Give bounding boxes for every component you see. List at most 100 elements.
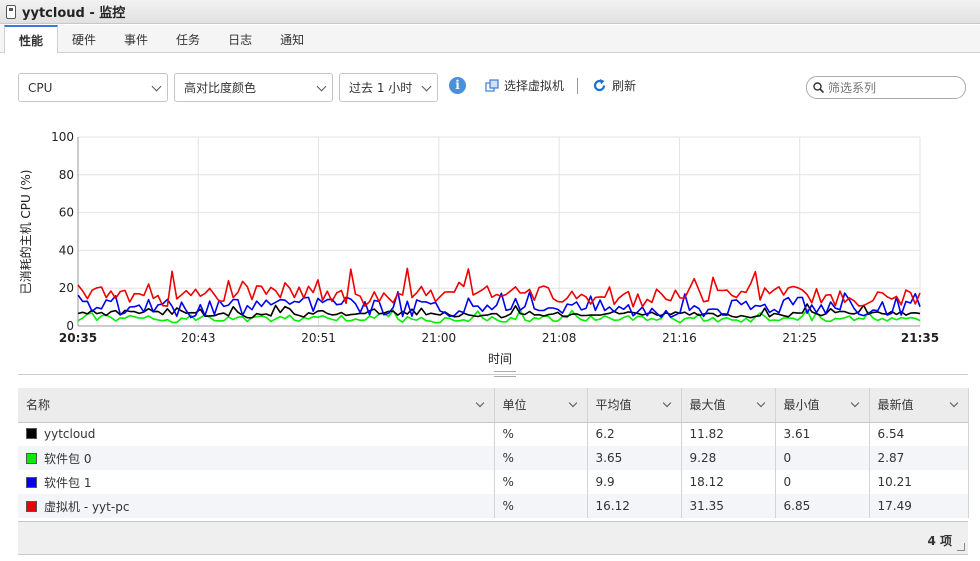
column-header-latest[interactable]: 最新值 xyxy=(869,388,969,423)
latest-cell: 2.87 xyxy=(869,446,969,470)
series-table: 名称 单位 平均值 最大值 最小值 最新值 yytcloud% 6.2 11.82 3… xyxy=(18,388,969,518)
unit-cell: % xyxy=(494,422,588,446)
refresh-label: 刷新 xyxy=(612,79,637,93)
column-header-avg[interactable]: 平均值 xyxy=(587,388,682,423)
window-titlebar: yytcloud - 监控 xyxy=(0,0,980,24)
y-tick-label: 60 xyxy=(59,206,74,220)
series-name-cell: 软件包 1 xyxy=(18,470,495,494)
x-tick-label: 21:35 xyxy=(901,331,939,345)
series-color-swatch xyxy=(26,452,37,464)
x-tick-label: 20:51 xyxy=(301,331,336,345)
max-cell: 9.28 xyxy=(681,446,776,470)
resize-corner-icon[interactable] xyxy=(957,543,965,551)
panel-divider xyxy=(18,374,968,375)
tab-performance[interactable]: 性能 xyxy=(4,25,59,54)
host-icon xyxy=(6,4,16,19)
tab-tasks[interactable]: 任务 xyxy=(162,25,214,53)
chevron-down-icon xyxy=(421,81,432,92)
select-vm-button[interactable]: 选择虚拟机 xyxy=(485,77,564,94)
x-tick-label: 21:16 xyxy=(662,331,697,345)
tab-bar: 性能 硬件 事件 任务 日志 通知 xyxy=(0,25,980,54)
tab-hardware[interactable]: 硬件 xyxy=(58,25,110,53)
series-color-swatch xyxy=(26,428,37,440)
chevron-down-icon xyxy=(850,398,859,408)
min-cell: 0 xyxy=(775,446,870,470)
avg-cell: 16.12 xyxy=(587,494,682,518)
cpu-line-chart: 020406080100 20:35 20:43 20:51 21:00 21:08 21… xyxy=(18,130,939,366)
chevron-down-icon xyxy=(151,81,162,92)
y-axis-ticks: 020406080100 xyxy=(51,130,74,333)
latest-cell: 17.49 xyxy=(869,494,969,518)
x-tick-label: 20:35 xyxy=(59,331,97,345)
chevron-down-icon xyxy=(568,398,577,408)
table-header-row: 名称 单位 平均值 最大值 最小值 最新值 xyxy=(18,388,969,423)
table-row[interactable]: yytcloud% 6.2 11.82 3.61 6.54 xyxy=(18,422,969,446)
refresh-icon xyxy=(593,79,606,92)
metric-select-value: CPU xyxy=(28,80,53,95)
max-cell: 31.35 xyxy=(681,494,776,518)
table-row[interactable]: 虚拟机 - yyt-pc% 16.12 31.35 6.85 17.49 xyxy=(18,494,969,518)
chevron-down-icon xyxy=(316,81,327,92)
table-row[interactable]: 软件包 0% 3.65 9.28 0 2.87 xyxy=(18,446,969,470)
series-name-cell: 虚拟机 - yyt-pc xyxy=(18,494,495,518)
max-cell: 11.82 xyxy=(681,422,776,446)
chevron-down-icon xyxy=(756,398,765,408)
unit-cell: % xyxy=(494,470,588,494)
y-tick-label: 20 xyxy=(59,281,74,295)
metric-select[interactable]: CPU xyxy=(18,73,168,102)
table-row[interactable]: 软件包 1% 9.9 18.12 0 10.21 xyxy=(18,470,969,494)
series-name-cell: 软件包 0 xyxy=(18,446,495,470)
max-cell: 18.12 xyxy=(681,470,776,494)
column-header-unit[interactable]: 单位 xyxy=(494,388,588,423)
series-name-cell: yytcloud xyxy=(18,422,495,446)
x-axis-label: 时间 xyxy=(488,352,512,366)
unit-cell: % xyxy=(494,494,588,518)
select-vm-label: 选择虚拟机 xyxy=(504,79,565,93)
y-tick-label: 40 xyxy=(59,243,74,257)
window-title: yytcloud - 监控 xyxy=(22,6,126,21)
avg-cell: 6.2 xyxy=(587,422,682,446)
tab-logs[interactable]: 日志 xyxy=(214,25,266,53)
item-count: 4 项 xyxy=(927,534,952,548)
column-header-name[interactable]: 名称 xyxy=(18,388,495,423)
latest-cell: 10.21 xyxy=(869,470,969,494)
info-icon[interactable]: i xyxy=(449,77,466,94)
avg-cell: 9.9 xyxy=(587,470,682,494)
x-tick-label: 20:43 xyxy=(181,331,216,345)
column-header-min[interactable]: 最小值 xyxy=(775,388,870,423)
y-axis-label: 已消耗的主机 CPU (%) xyxy=(18,170,33,295)
chevron-down-icon xyxy=(662,398,671,408)
search-icon xyxy=(813,82,824,93)
series-color-swatch xyxy=(26,476,37,488)
search-input[interactable] xyxy=(828,80,953,95)
min-cell: 3.61 xyxy=(775,422,870,446)
time-range-value: 过去 1 小时 xyxy=(349,81,413,95)
vm-select-icon xyxy=(485,78,499,92)
x-tick-label: 21:00 xyxy=(422,331,457,345)
color-scheme-select[interactable]: 高对比度颜色 xyxy=(174,73,333,102)
y-tick-label: 100 xyxy=(51,130,74,144)
refresh-button[interactable]: 刷新 xyxy=(592,77,636,94)
y-tick-label: 80 xyxy=(59,168,74,182)
toolbar-separator xyxy=(577,78,578,94)
avg-cell: 3.65 xyxy=(587,446,682,470)
min-cell: 0 xyxy=(775,470,870,494)
x-axis-ticks: 20:35 20:43 20:51 21:00 21:08 21:16 21:25 21:35 xyxy=(59,331,939,345)
unit-cell: % xyxy=(494,446,588,470)
tab-events[interactable]: 事件 xyxy=(110,25,162,53)
min-cell: 6.85 xyxy=(775,494,870,518)
latest-cell: 6.54 xyxy=(869,422,969,446)
resize-handle[interactable] xyxy=(494,371,516,377)
tab-notifications[interactable]: 通知 xyxy=(266,25,318,53)
column-header-max[interactable]: 最大值 xyxy=(681,388,776,423)
chart-series xyxy=(77,267,921,324)
table-footer: 4 项 xyxy=(18,521,968,555)
chart-toolbar: CPU 高对比度颜色 过去 1 小时 i 选择虚拟机 刷新 xyxy=(18,73,968,103)
time-range-select[interactable]: 过去 1 小时 xyxy=(339,73,438,102)
x-tick-label: 21:08 xyxy=(542,331,577,345)
x-tick-label: 21:25 xyxy=(782,331,817,345)
series-color-swatch xyxy=(26,500,37,512)
color-scheme-value: 高对比度颜色 xyxy=(184,81,257,95)
chevron-down-icon xyxy=(475,398,484,408)
filter-series-search[interactable] xyxy=(806,76,966,99)
